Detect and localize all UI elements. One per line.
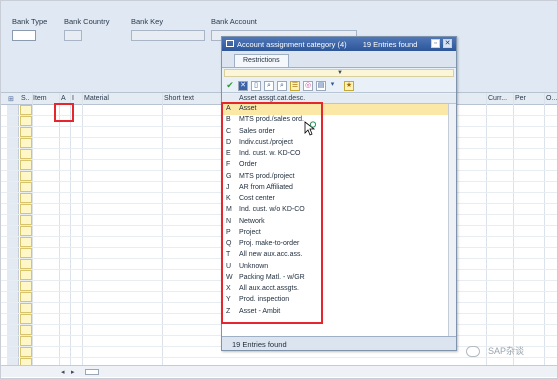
status-cell[interactable]: [20, 182, 32, 192]
status-cell[interactable]: [20, 248, 32, 258]
status-cell[interactable]: [20, 347, 32, 357]
mouse-cursor-icon: [304, 121, 316, 136]
popup-title-bar[interactable]: Account assignment category (4) 19 Entri…: [222, 37, 456, 51]
status-cell[interactable]: [20, 116, 32, 126]
status-cell[interactable]: [20, 226, 32, 236]
watermark-text: SAP杂谈: [488, 346, 525, 356]
status-cell[interactable]: [20, 171, 32, 181]
bank-type-label: Bank Type: [12, 17, 48, 26]
status-cell[interactable]: [20, 138, 32, 148]
popup-title-entries: 19 Entries found: [362, 40, 418, 49]
popup-tabs: Restrictions: [222, 51, 456, 68]
col-short-text[interactable]: Short text: [164, 95, 194, 102]
bank-type-input[interactable]: [12, 30, 36, 41]
personal-list-icon[interactable]: ☰: [290, 81, 300, 91]
status-cell[interactable]: [20, 270, 32, 280]
window-icon: [226, 40, 234, 47]
status-cell[interactable]: [20, 237, 32, 247]
popup-status-bar: 19 Entries found: [222, 336, 456, 350]
scroll-thumb[interactable]: [85, 369, 99, 375]
horizontal-scrollbar[interactable]: ◂ ▸: [1, 365, 557, 377]
status-cell[interactable]: [20, 325, 32, 335]
status-cell[interactable]: [20, 204, 32, 214]
scroll-right-icon[interactable]: ▸: [71, 368, 75, 376]
status-cell[interactable]: [20, 292, 32, 302]
print-icon[interactable]: ▤: [316, 81, 326, 91]
expand-arrow-icon[interactable]: ▼: [337, 70, 343, 76]
col-material[interactable]: Material: [84, 95, 109, 102]
col-currency[interactable]: Curr...: [488, 95, 507, 102]
col-item[interactable]: Item: [33, 95, 47, 102]
status-cell[interactable]: [20, 303, 32, 313]
bank-country-field[interactable]: [64, 30, 82, 41]
status-cell[interactable]: [20, 127, 32, 137]
status-cell[interactable]: [20, 149, 32, 159]
popup-toolbar: ✔ ✕ ▯ ⌕ ⌕ ☰ ◎ ▤ ▾ ★: [222, 79, 456, 93]
entries-status: 19 Entries found: [232, 340, 287, 349]
restore-icon[interactable]: ▫: [431, 39, 440, 48]
col-acct-assign[interactable]: A: [61, 95, 66, 102]
status-cell[interactable]: [20, 259, 32, 269]
settings-icon[interactable]: ◎: [303, 81, 313, 91]
bank-key-label: Bank Key: [131, 17, 164, 26]
status-cell[interactable]: [20, 105, 32, 115]
status-cell[interactable]: [20, 314, 32, 324]
dropdown-icon[interactable]: ▾: [329, 81, 336, 91]
status-cell[interactable]: [20, 160, 32, 170]
list-column-header[interactable]: Asset assgt.cat.desc.: [239, 95, 305, 102]
checkmark-icon[interactable]: ✔: [225, 81, 235, 91]
status-cell[interactable]: [20, 281, 32, 291]
find-next-icon[interactable]: ⌕: [277, 81, 287, 91]
col-status[interactable]: S..: [21, 95, 30, 102]
bank-country-label: Bank Country: [64, 17, 110, 26]
find-icon[interactable]: ⌕: [264, 81, 274, 91]
status-cell[interactable]: [20, 193, 32, 203]
bank-account-label: Bank Account: [211, 17, 257, 26]
col-order-unit[interactable]: O...: [546, 95, 557, 102]
table-settings-icon[interactable]: ⊞: [8, 95, 14, 103]
close-icon[interactable]: ✕: [443, 39, 452, 48]
new-icon[interactable]: ▯: [251, 81, 261, 91]
cancel-icon[interactable]: ✕: [238, 81, 248, 91]
tab-restrictions[interactable]: Restrictions: [234, 54, 289, 67]
status-cell[interactable]: [20, 336, 32, 346]
popup-title: Account assignment category (4): [237, 40, 347, 49]
col-per[interactable]: Per: [515, 95, 526, 102]
favorites-icon[interactable]: ★: [344, 81, 354, 91]
status-cell[interactable]: [20, 215, 32, 225]
highlight-box-acct-cell: [54, 103, 74, 122]
scroll-left-icon[interactable]: ◂: [61, 368, 65, 376]
bank-key-field[interactable]: [131, 30, 205, 41]
list-scrollbar[interactable]: [448, 104, 456, 336]
watermark-logo-icon: [466, 346, 480, 357]
col-item-category[interactable]: I: [72, 95, 74, 102]
restrictions-toggle[interactable]: ▼: [224, 69, 454, 77]
